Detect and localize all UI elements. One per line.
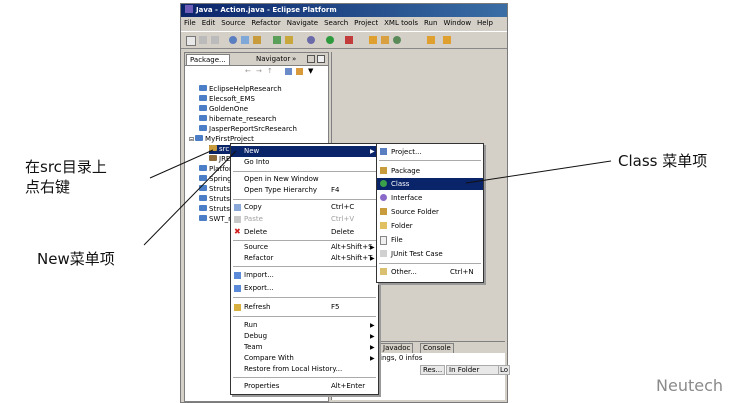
watermark: Neutech <box>656 376 724 395</box>
pointer-line-new <box>143 150 237 246</box>
pointer-line-class <box>465 160 612 184</box>
annotation-class-item: Class 菜单项 <box>618 152 708 170</box>
pointer-line-src <box>149 149 214 179</box>
annotation-new-item: New菜单项 <box>37 250 115 268</box>
annotation-lines <box>143 149 612 246</box>
annotation-src-right-click: 在src目录上 点右键 <box>25 158 107 196</box>
